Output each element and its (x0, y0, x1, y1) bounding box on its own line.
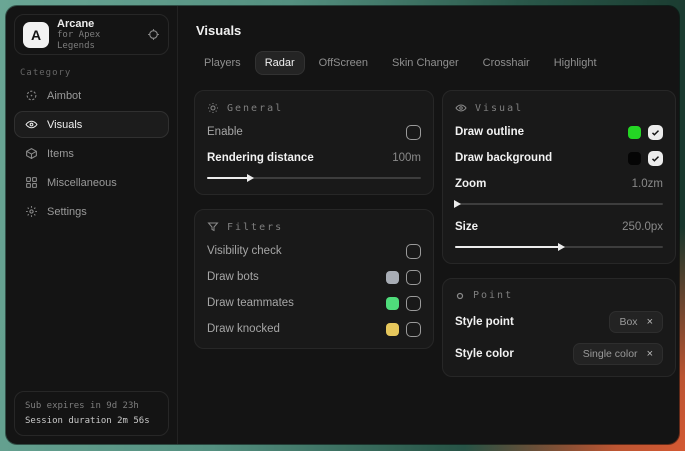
point-card-header: Point (455, 290, 663, 301)
tab-offscreen[interactable]: OffScreen (309, 51, 378, 75)
app-window: A Arcane for Apex Legends Category Aimbo… (6, 6, 679, 444)
eye-icon (25, 118, 38, 131)
left-column: General Enable Rendering distance 100m (194, 90, 434, 363)
tab-bar: Players Radar OffScreen Skin Changer Cro… (194, 51, 676, 75)
visibility-check-checkbox[interactable] (406, 244, 421, 259)
sidebar-item-settings[interactable]: Settings (14, 198, 169, 225)
right-column: Visual Draw outline Draw background (442, 90, 676, 391)
filters-card-title: Filters (227, 222, 283, 233)
sidebar-item-label: Items (47, 148, 74, 160)
sidebar-item-label: Settings (47, 206, 87, 218)
style-color-select[interactable]: Single color × (573, 343, 663, 365)
box-icon (25, 147, 38, 160)
draw-outline-label: Draw outline (455, 126, 524, 138)
rendering-distance-slider[interactable] (207, 173, 421, 183)
app-logo: A (23, 22, 49, 48)
check-icon (651, 128, 660, 137)
main-content: Visuals Players Radar OffScreen Skin Cha… (178, 6, 679, 444)
crosshair-icon (25, 89, 38, 102)
sidebar-item-aimbot[interactable]: Aimbot (14, 82, 169, 109)
tab-players[interactable]: Players (194, 51, 251, 75)
slider-fill (207, 177, 248, 179)
draw-teammates-label: Draw teammates (207, 297, 294, 309)
draw-teammates-color-swatch[interactable] (386, 297, 399, 310)
clear-icon[interactable]: × (647, 349, 653, 360)
zoom-slider[interactable] (455, 199, 663, 209)
session-duration-text: Session duration 2m 56s (25, 414, 158, 428)
funnel-icon (207, 221, 219, 233)
draw-teammates-checkbox[interactable] (406, 296, 421, 311)
style-point-value: Box (619, 316, 637, 328)
point-icon (455, 291, 465, 301)
draw-outline-color-swatch[interactable] (628, 126, 641, 139)
app-subtitle: for Apex Legends (57, 30, 139, 51)
draw-background-label: Draw background (455, 152, 552, 164)
size-value: 250.0px (622, 221, 663, 233)
style-point-label: Style point (455, 316, 514, 328)
slider-fill (455, 246, 559, 248)
gear-icon (25, 205, 38, 218)
size-label: Size (455, 221, 478, 233)
draw-knocked-label: Draw knocked (207, 323, 280, 335)
draw-knocked-checkbox[interactable] (406, 322, 421, 337)
filters-card-header: Filters (207, 221, 421, 233)
size-slider[interactable] (455, 242, 663, 252)
slider-track (455, 203, 663, 205)
sidebar-header: A Arcane for Apex Legends (14, 14, 169, 55)
slider-track (455, 246, 663, 248)
rendering-distance-value: 100m (392, 152, 421, 164)
point-card-title: Point (473, 290, 513, 301)
enable-checkbox[interactable] (406, 125, 421, 140)
check-icon (651, 154, 660, 163)
tab-highlight[interactable]: Highlight (544, 51, 607, 75)
clear-icon[interactable]: × (647, 317, 653, 328)
sidebar-item-miscellaneous[interactable]: Miscellaneous (14, 169, 169, 196)
rendering-distance-label: Rendering distance (207, 152, 314, 164)
sub-expires-text: Sub expires in 9d 23h (25, 399, 158, 413)
style-color-value: Single color (583, 348, 638, 360)
slider-track (207, 177, 421, 179)
tab-skin-changer[interactable]: Skin Changer (382, 51, 469, 75)
draw-background-color-swatch[interactable] (628, 152, 641, 165)
tab-crosshair[interactable]: Crosshair (473, 51, 540, 75)
draw-bots-color-swatch[interactable] (386, 271, 399, 284)
general-card-title: General (227, 103, 283, 114)
point-card: Point Style point Box × Style color Sing… (442, 278, 676, 377)
filters-card: Filters Visibility check Draw bots (194, 209, 434, 349)
general-card-header: General (207, 102, 421, 114)
visibility-check-label: Visibility check (207, 245, 282, 257)
draw-background-checkbox[interactable] (648, 151, 663, 166)
sidebar-item-items[interactable]: Items (14, 140, 169, 167)
visual-card-header: Visual (455, 102, 663, 114)
sun-icon (207, 102, 219, 114)
general-card: General Enable Rendering distance 100m (194, 90, 434, 195)
visual-card-title: Visual (475, 103, 523, 114)
page-title: Visuals (196, 23, 676, 38)
draw-bots-label: Draw bots (207, 271, 259, 283)
subscription-info-box: Sub expires in 9d 23h Session duration 2… (14, 391, 169, 436)
eye-icon (455, 102, 467, 114)
enable-label: Enable (207, 126, 243, 138)
sidebar-item-label: Visuals (47, 119, 82, 131)
sidebar-item-label: Aimbot (47, 90, 81, 102)
app-titles: Arcane for Apex Legends (57, 18, 139, 51)
tab-radar[interactable]: Radar (255, 51, 305, 75)
draw-bots-checkbox[interactable] (406, 270, 421, 285)
scope-settings-icon[interactable] (147, 28, 160, 41)
draw-knocked-color-swatch[interactable] (386, 323, 399, 336)
category-label: Category (20, 68, 163, 78)
sidebar-item-visuals[interactable]: Visuals (14, 111, 169, 138)
app-name: Arcane (57, 18, 139, 31)
sidebar-item-label: Miscellaneous (47, 177, 117, 189)
zoom-value: 1.0zm (632, 178, 663, 190)
zoom-label: Zoom (455, 178, 486, 190)
sidebar: A Arcane for Apex Legends Category Aimbo… (6, 6, 178, 444)
draw-outline-checkbox[interactable] (648, 125, 663, 140)
style-color-label: Style color (455, 348, 514, 360)
visual-card: Visual Draw outline Draw background (442, 90, 676, 264)
grid-icon (25, 176, 38, 189)
style-point-select[interactable]: Box × (609, 311, 663, 333)
settings-columns: General Enable Rendering distance 100m (194, 90, 676, 391)
